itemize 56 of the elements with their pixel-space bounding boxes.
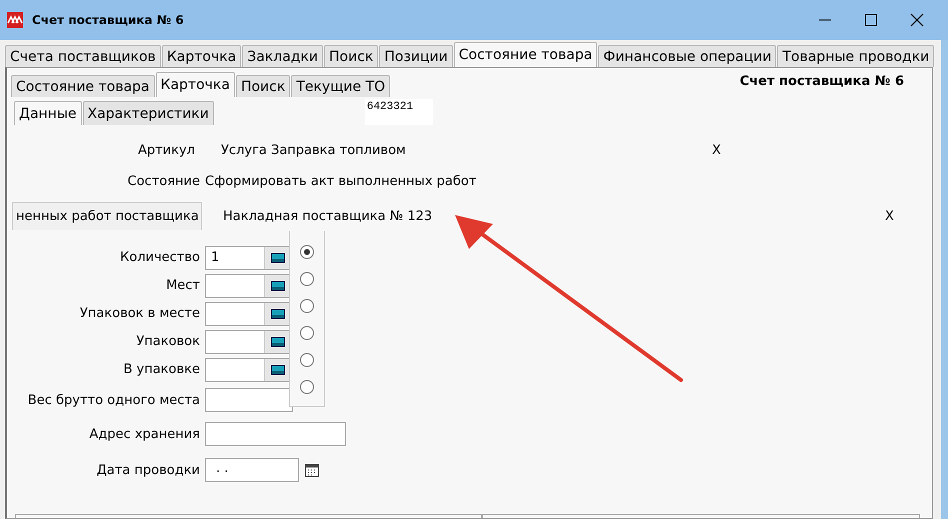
clear-button[interactable]: X	[883, 208, 896, 224]
maximize-icon[interactable]	[864, 13, 878, 27]
code-field: 6423321	[364, 99, 433, 125]
tab[interactable]: Характеристики	[82, 101, 214, 125]
field-value: Услуга Заправка топливом	[221, 142, 407, 158]
number-field[interactable]: 1	[205, 246, 291, 270]
radio-button[interactable]	[300, 353, 314, 367]
tab[interactable]: Поиск	[236, 75, 290, 97]
calculator-icon[interactable]	[264, 330, 290, 352]
field-label: Дата проводки	[96, 462, 201, 478]
tab[interactable]: Данные	[14, 101, 82, 125]
clear-button[interactable]: X	[710, 142, 723, 158]
field-value: Сформировать акт выполненных работ	[205, 174, 476, 188]
field-label: Адрес хранения	[88, 426, 201, 442]
calculator-icon[interactable]	[264, 302, 290, 324]
tab[interactable]: Карточка	[156, 72, 235, 97]
field-label: Вес брутто одного места	[26, 392, 201, 408]
document-button[interactable]: ненных работ поставщика	[12, 202, 202, 230]
calculator-icon[interactable]	[264, 246, 290, 268]
radio-button[interactable]	[300, 245, 314, 259]
date-field[interactable]: . .	[205, 458, 299, 482]
tab[interactable]: Состояние товара	[11, 75, 155, 97]
number-field[interactable]	[205, 358, 291, 382]
tab[interactable]: Финансовые операции	[598, 45, 776, 67]
calculator-icon[interactable]	[264, 358, 290, 380]
tab[interactable]: Состояние товара	[454, 42, 598, 67]
field-label: Упаковок в месте	[78, 306, 201, 321]
field-label: Мест	[165, 278, 201, 293]
tab[interactable]: Позиции	[379, 45, 453, 67]
app-logo-icon	[7, 12, 23, 28]
tab[interactable]: Поиск	[324, 45, 378, 67]
field-label: Количество	[119, 250, 201, 265]
field-value: Накладная поставщика № 123	[223, 208, 434, 224]
calculator-icon[interactable]	[264, 274, 290, 296]
document-title: Счет поставщика № 6	[740, 73, 904, 89]
field-label: В упаковке	[122, 362, 201, 377]
number-field[interactable]	[205, 274, 291, 298]
tab[interactable]: Закладки	[242, 45, 324, 67]
radio-button[interactable]	[300, 326, 314, 340]
input-field[interactable]	[205, 388, 293, 412]
field-label: Артикул	[136, 142, 196, 158]
number-field[interactable]	[205, 302, 291, 326]
number-field[interactable]	[205, 330, 291, 354]
radio-button[interactable]	[300, 272, 314, 286]
radio-button[interactable]	[300, 380, 314, 394]
tab[interactable]: Счета поставщиков	[5, 45, 161, 67]
tab[interactable]: Текущие ТО	[291, 75, 390, 97]
tab[interactable]: Товарные проводки	[777, 45, 934, 67]
radio-button[interactable]	[300, 299, 314, 313]
field-label: Состояние	[126, 174, 201, 188]
tab[interactable]: Карточка	[162, 45, 242, 67]
window-title: Счет поставщика № 6	[32, 13, 184, 27]
close-icon[interactable]	[910, 13, 924, 27]
field-label: Упаковок	[135, 334, 201, 349]
calendar-icon[interactable]	[304, 462, 320, 478]
input-field[interactable]	[205, 422, 346, 446]
